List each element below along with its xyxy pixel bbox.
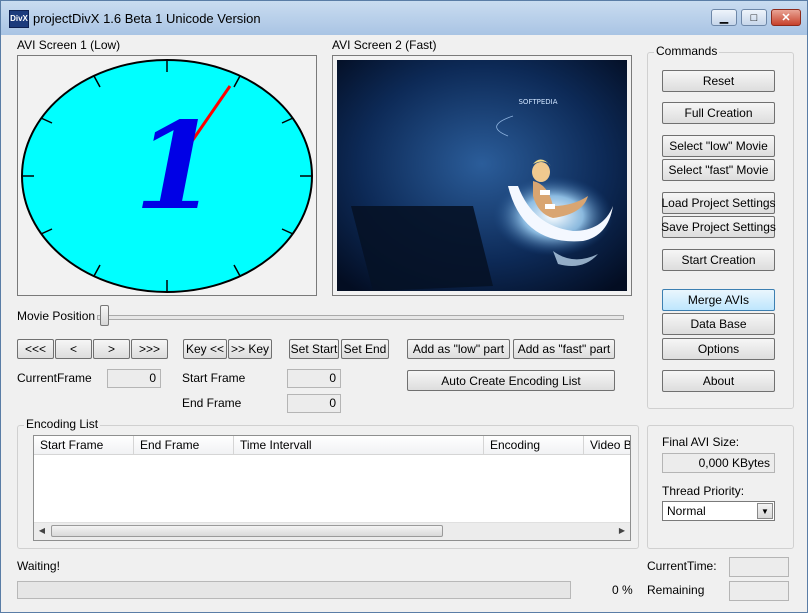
client-area: AVI Screen 1 (Low) AVI Screen 2 (Fast) 1…: [7, 35, 801, 606]
column-start-frame[interactable]: Start Frame: [34, 436, 134, 454]
current-time-field: [729, 557, 789, 577]
current-frame-label: CurrentFrame: [17, 371, 92, 385]
seek-end-button[interactable]: >>>: [131, 339, 168, 359]
merge-avis-button[interactable]: Merge AVIs: [662, 289, 775, 311]
minimize-icon: ▁: [719, 12, 729, 24]
final-avi-size-field: 0,000 KBytes: [662, 453, 775, 473]
current-time-label: CurrentTime:: [647, 559, 717, 573]
select-low-movie-button[interactable]: Select "low" Movie: [662, 135, 775, 157]
options-button[interactable]: Options: [662, 338, 775, 360]
movie-preview-image: SOFTPEDIA: [337, 60, 627, 291]
column-end-frame[interactable]: End Frame: [134, 436, 234, 454]
start-creation-button[interactable]: Start Creation: [662, 249, 775, 271]
divx-app-icon: DivX: [9, 10, 29, 28]
encoding-list-header: Start Frame End Frame Time Intervall Enc…: [34, 436, 630, 455]
add-fast-part-button[interactable]: Add as "fast" part: [513, 339, 615, 359]
final-avi-size-label: Final AVI Size:: [662, 435, 740, 449]
about-button[interactable]: About: [662, 370, 775, 392]
status-text: Waiting!: [17, 559, 60, 573]
end-frame-label: End Frame: [182, 396, 242, 410]
select-fast-movie-button[interactable]: Select "fast" Movie: [662, 159, 775, 181]
movie-position-label: Movie Position: [17, 309, 96, 323]
current-frame-field: 0: [107, 369, 161, 388]
add-low-part-button[interactable]: Add as "low" part: [407, 339, 510, 359]
load-project-settings-button[interactable]: Load Project Settings: [661, 192, 776, 214]
screen1-label: AVI Screen 1 (Low): [17, 38, 121, 52]
minimize-button[interactable]: ▁: [711, 9, 737, 26]
clock-preview: 1: [21, 59, 313, 293]
column-time-intervall[interactable]: Time Intervall: [234, 436, 484, 454]
encoding-list-view[interactable]: Start Frame End Frame Time Intervall Enc…: [33, 435, 631, 541]
column-video-bu[interactable]: Video Bu: [584, 436, 630, 454]
window-title: projectDivX 1.6 Beta 1 Unicode Version: [33, 11, 261, 26]
save-project-settings-button[interactable]: Save Project Settings: [661, 216, 776, 238]
hscroll-thumb[interactable]: [51, 525, 443, 537]
scroll-right-icon[interactable]: ▶: [615, 525, 629, 537]
screen2-label: AVI Screen 2 (Fast): [332, 38, 437, 52]
thread-priority-select[interactable]: Normal ▼: [662, 501, 775, 521]
seek-start-button[interactable]: <<<: [17, 339, 54, 359]
encoding-list-hscrollbar[interactable]: ◀ ▶: [34, 522, 630, 540]
start-frame-label: Start Frame: [182, 371, 246, 385]
clock-digit: 1: [134, 96, 218, 237]
step-back-button[interactable]: <: [55, 339, 92, 359]
movie-position-track[interactable]: [97, 315, 624, 320]
data-base-button[interactable]: Data Base: [662, 313, 775, 335]
close-button[interactable]: ✕: [771, 9, 801, 26]
avi-screen-1: 1: [17, 55, 317, 296]
encoding-list-title: Encoding List: [24, 417, 101, 431]
thread-priority-label: Thread Priority:: [662, 484, 745, 498]
set-end-button[interactable]: Set End: [341, 339, 389, 359]
progress-percent: 0 %: [612, 583, 633, 597]
avi-screen-2: SOFTPEDIA: [332, 55, 632, 296]
movie-position-slider-thumb[interactable]: [100, 305, 109, 326]
maximize-icon: □: [750, 11, 758, 24]
maximize-button[interactable]: □: [741, 9, 767, 26]
set-start-button[interactable]: Set Start: [289, 339, 339, 359]
end-frame-field: 0: [287, 394, 341, 413]
remaining-field: [729, 581, 789, 601]
full-creation-button[interactable]: Full Creation: [662, 102, 775, 124]
start-frame-field: 0: [287, 369, 341, 388]
commands-title: Commands: [654, 44, 720, 58]
chevron-down-icon[interactable]: ▼: [757, 503, 773, 519]
auto-create-encoding-list-button[interactable]: Auto Create Encoding List: [407, 370, 615, 391]
title-bar[interactable]: DivX projectDivX 1.6 Beta 1 Unicode Vers…: [1, 1, 807, 35]
close-icon: ✕: [781, 12, 791, 24]
key-back-button[interactable]: Key <<: [183, 339, 227, 359]
step-forward-button[interactable]: >: [93, 339, 130, 359]
scroll-left-icon[interactable]: ◀: [35, 525, 49, 537]
softpedia-watermark: SOFTPEDIA: [518, 98, 557, 106]
thread-priority-value: Normal: [667, 504, 706, 518]
reset-button[interactable]: Reset: [662, 70, 775, 92]
app-window: DivX projectDivX 1.6 Beta 1 Unicode Vers…: [0, 0, 808, 613]
remaining-label: Remaining: [647, 583, 705, 597]
column-encoding[interactable]: Encoding: [484, 436, 584, 454]
creation-progress-bar: [17, 581, 571, 599]
key-forward-button[interactable]: >> Key: [228, 339, 272, 359]
